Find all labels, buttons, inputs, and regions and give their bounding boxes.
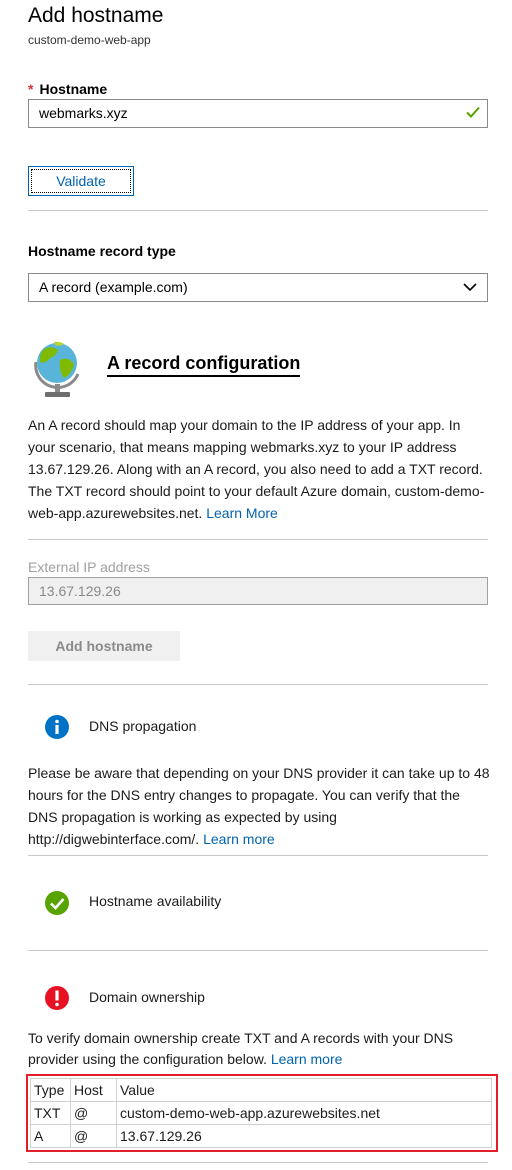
domain-ownership-title: Domain ownership [89,989,205,1005]
record-type-cell: A [30,1124,71,1148]
error-icon [45,986,69,1010]
dns-propagation-description: Please be aware that depending on your D… [28,762,490,850]
hostname-availability-title: Hostname availability [89,893,222,909]
chevron-down-icon [463,283,477,292]
validate-button[interactable]: Validate [28,166,134,196]
divider [28,1162,488,1163]
record-type-cell: TXT [30,1101,71,1125]
record-type-dropdown[interactable]: A record (example.com) [28,273,488,302]
column-header-type: Type [30,1078,71,1102]
learn-more-link[interactable]: Learn more [203,831,275,847]
a-record-description: An A record should map your domain to th… [28,414,490,524]
checkmark-icon [466,106,480,118]
dns-propagation-title: DNS propagation [89,718,197,734]
divider [28,210,488,211]
dns-records-table: Type Host Value TXT @ custom-demo-web-ap… [30,1078,492,1148]
table-row: TXT @ custom-demo-web-app.azurewebsites.… [30,1101,492,1125]
success-check-icon [45,891,69,915]
record-host-cell: @ [70,1124,117,1148]
divider [28,855,488,856]
record-value-cell: 13.67.129.26 [116,1124,492,1148]
external-ip-value: 13.67.129.26 [39,583,121,599]
app-name-subtitle: custom-demo-web-app [28,33,151,47]
dns-records-table-highlight: Type Host Value TXT @ custom-demo-web-ap… [26,1074,498,1152]
column-header-value: Value [116,1078,492,1102]
domain-ownership-text: To verify domain ownership create TXT an… [28,1030,454,1067]
info-icon [45,715,69,739]
external-ip-label: External IP address [28,559,150,575]
record-value-cell: custom-demo-web-app.azurewebsites.net [116,1101,492,1125]
divider [28,950,488,951]
learn-more-link[interactable]: Learn More [206,505,278,521]
a-record-config-title: A record configuration [107,352,301,377]
divider [28,539,488,540]
table-row: A @ 13.67.129.26 [30,1124,492,1148]
page-title: Add hostname [28,4,164,27]
required-indicator: * [28,81,34,97]
domain-ownership-description: To verify domain ownership create TXT an… [28,1028,490,1070]
add-hostname-button: Add hostname [28,631,180,661]
hostname-label: * Hostname [28,81,107,97]
hostname-input-value: webmarks.xyz [39,105,128,121]
hostname-input[interactable]: webmarks.xyz [28,99,488,128]
learn-more-link[interactable]: Learn more [271,1051,343,1067]
table-header-row: Type Host Value [30,1078,492,1102]
record-host-cell: @ [70,1101,117,1125]
record-type-label: Hostname record type [28,243,176,259]
divider [28,684,488,685]
hostname-label-text: Hostname [39,81,108,97]
globe-icon [34,341,80,397]
external-ip-field: 13.67.129.26 [28,577,488,605]
record-type-selected: A record (example.com) [39,279,188,295]
column-header-host: Host [70,1078,117,1102]
